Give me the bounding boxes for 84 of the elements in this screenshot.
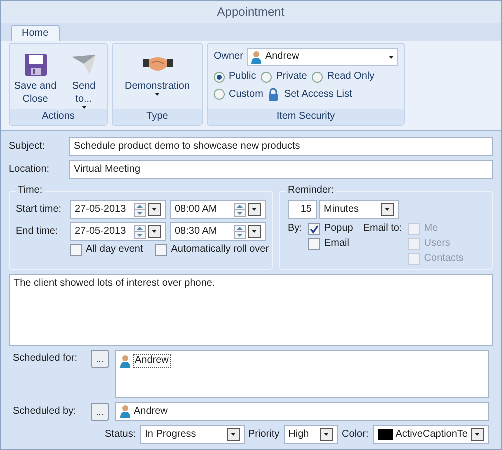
radio-button[interactable]	[214, 89, 225, 100]
checkbox-label: Contacts	[424, 253, 464, 265]
people-list[interactable]: Andrew	[115, 350, 489, 398]
caret-icon	[252, 208, 257, 211]
date-field[interactable]: 27-05-2013	[70, 200, 166, 219]
radio-label: Private	[276, 71, 308, 83]
group-label: Type	[113, 109, 202, 125]
dropdown-button[interactable]	[320, 428, 334, 441]
status-label: Status:	[105, 428, 136, 440]
field-label: Location:	[9, 164, 51, 176]
ribbon-tab[interactable]: Home	[11, 25, 60, 41]
text-field[interactable]: Schedule product demo to showcase new products	[69, 137, 493, 156]
notes-field[interactable]: The client showed lots of interest over phone.	[9, 274, 493, 346]
priority-label: Priority	[248, 428, 280, 440]
checkbox-label: Users	[424, 238, 450, 250]
paper-plane-icon	[71, 54, 98, 76]
ribbon-button[interactable]: Save and Close	[10, 50, 62, 106]
checkbox[interactable]	[308, 223, 320, 235]
spin-icon[interactable]	[234, 224, 246, 238]
color-label: Color:	[342, 428, 369, 440]
amount-field[interactable]: 15	[288, 200, 317, 219]
owner-label: Owner	[214, 51, 244, 63]
dropdown-button[interactable]	[248, 203, 261, 216]
checkbox-label: Popup	[324, 223, 354, 235]
owner-dropdown[interactable]: Andrew	[247, 48, 398, 66]
radio-button[interactable]	[261, 72, 272, 82]
caret-icon	[230, 433, 236, 436]
spin-icon[interactable]	[234, 202, 246, 216]
field-label: Scheduled for:	[13, 352, 78, 366]
field-label: Scheduled by:	[13, 406, 78, 418]
browse-button[interactable]: ...	[91, 350, 109, 368]
caret-icon	[324, 433, 330, 436]
field-label: Subject:	[9, 140, 46, 152]
radio-button[interactable]	[312, 72, 324, 82]
person-icon	[251, 50, 262, 64]
person-field[interactable]: Andrew	[115, 402, 489, 421]
time-field[interactable]: 08:00 AM	[170, 200, 266, 219]
radio-label: Public	[229, 71, 256, 83]
spin-icon[interactable]	[134, 202, 146, 216]
checkbox[interactable]	[155, 244, 168, 256]
group-label: Actions	[10, 109, 107, 125]
ribbon-button[interactable]: Send to...	[61, 50, 107, 109]
caret-icon	[152, 208, 157, 211]
unit-dropdown[interactable]: Minutes	[319, 200, 399, 219]
dropdown-button[interactable]	[226, 428, 240, 441]
by-label: By:	[288, 223, 302, 236]
checkbox-label: All day event	[86, 244, 144, 256]
dropdown-button[interactable]	[148, 225, 161, 238]
checkbox-label: Email	[324, 238, 350, 250]
caret-icon	[252, 230, 257, 233]
email-to-label: Email to:	[363, 223, 402, 236]
status-dropdown[interactable]: In Progress	[140, 425, 245, 444]
spin-icon[interactable]	[134, 224, 146, 238]
dropdown-button[interactable]	[381, 203, 394, 216]
caret-icon	[475, 433, 480, 436]
lock-icon	[268, 88, 280, 101]
checkbox[interactable]	[70, 244, 82, 256]
field-label: Start time:	[16, 204, 63, 216]
person-name[interactable]: Andrew	[133, 354, 171, 368]
window-title: Appointment	[1, 1, 501, 23]
field-label: End time:	[16, 226, 60, 238]
color-dropdown[interactable]: ActiveCaptionTe	[372, 425, 489, 444]
dropdown-button[interactable]	[148, 203, 161, 216]
set-access-list-button[interactable]: Set Access List	[284, 88, 352, 100]
radio-label: Custom	[229, 88, 264, 100]
person-icon	[120, 354, 131, 368]
priority-dropdown[interactable]: High	[284, 425, 338, 444]
caret-icon	[385, 208, 390, 211]
group-label: Item Security	[208, 109, 404, 125]
date-field[interactable]: 27-05-2013	[70, 222, 166, 241]
caret-icon	[152, 230, 157, 233]
caret-icon	[389, 56, 394, 58]
radio-label: Read Only	[327, 71, 375, 83]
checkbox-label: Automatically roll over	[171, 244, 270, 256]
dropdown-button[interactable]	[248, 225, 261, 238]
person-icon	[120, 405, 131, 418]
radio-button[interactable]	[214, 72, 225, 82]
checkbox[interactable]	[308, 238, 320, 250]
checkbox-label: Me	[424, 223, 438, 235]
browse-button[interactable]: ...	[91, 402, 109, 420]
time-field[interactable]: 08:30 AM	[170, 222, 266, 241]
ribbon-button[interactable]: Demonstration	[122, 50, 192, 96]
text-field[interactable]: Virtual Meeting	[69, 160, 493, 179]
dropdown-button[interactable]	[471, 428, 484, 441]
